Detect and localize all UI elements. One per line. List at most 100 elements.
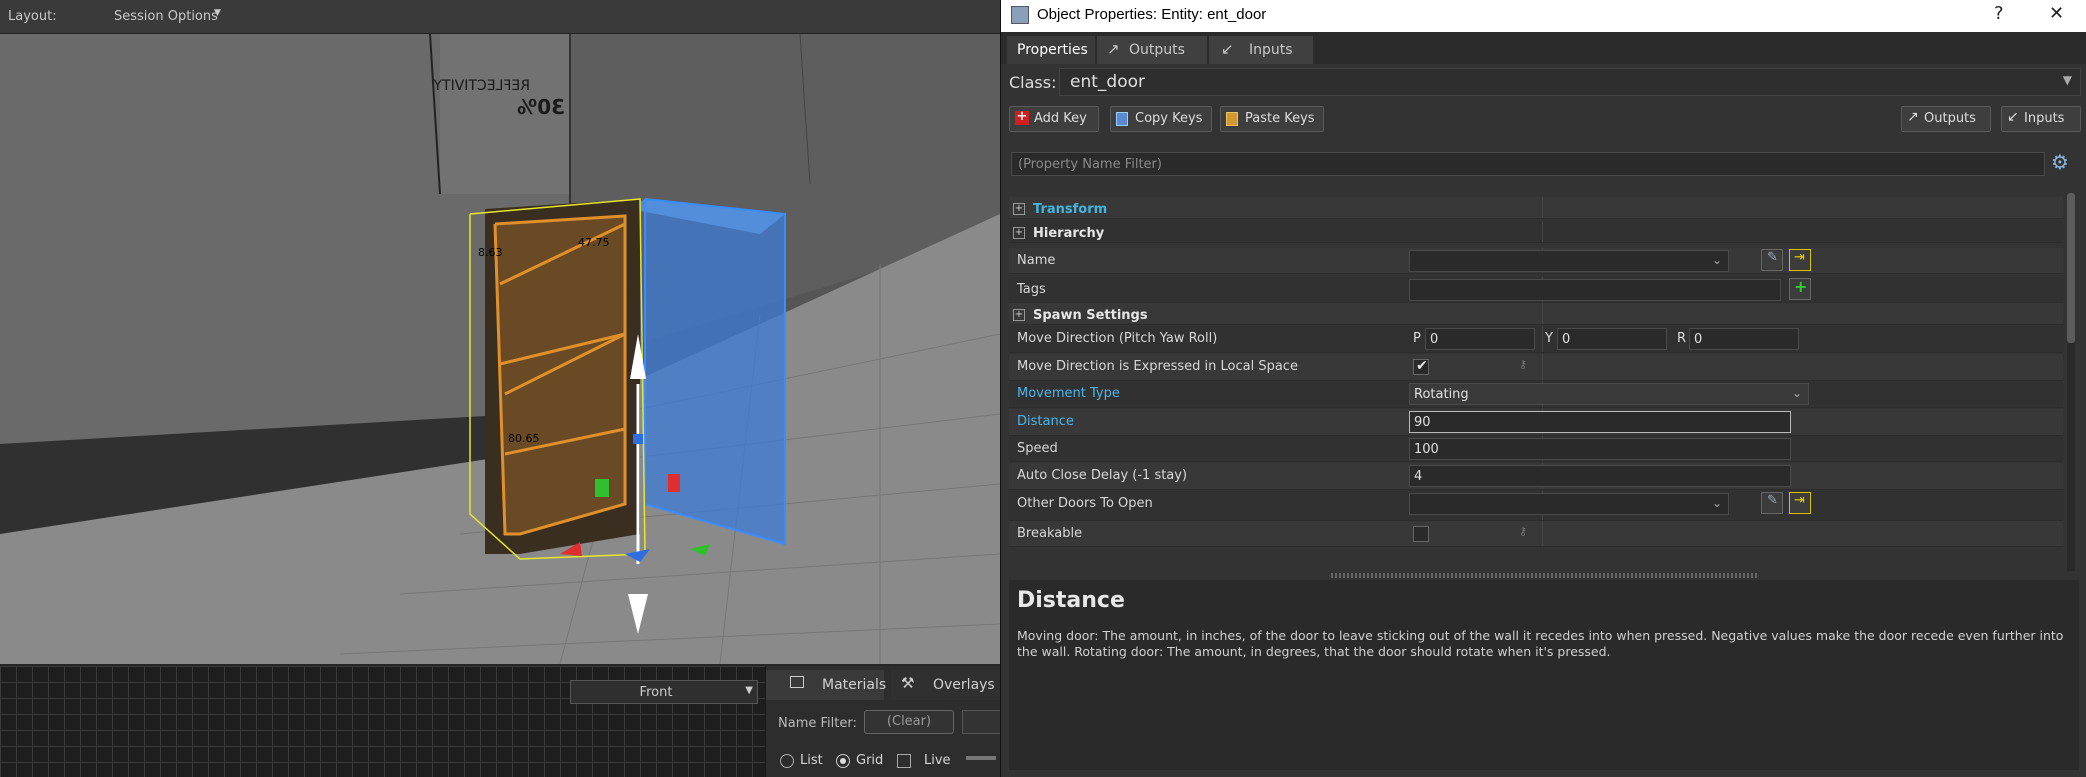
tags-input[interactable] [1409, 279, 1781, 301]
pick-entity-button[interactable]: ⇥ [1789, 249, 1811, 271]
property-list: Transform+Hierarchy+Name⚷⌄✎⇥Tags⚷+Spawn … [1009, 193, 2063, 571]
property-dropdown[interactable]: ⌄ [1409, 493, 1729, 515]
property-checkbox[interactable]: ✔ [1413, 358, 1429, 375]
property-row-name[interactable]: Name⚷⌄✎⇥ [1009, 248, 2063, 274]
key-icon: ⚷ [1519, 525, 1528, 538]
size-slider[interactable] [966, 756, 996, 760]
class-value: ent_door [1070, 72, 1145, 92]
image-icon [790, 676, 804, 688]
gear-icon[interactable]: ⚙ [2051, 150, 2069, 174]
property-row-other-doors-to-open[interactable]: Other Doors To Open⚷⌄✎⇥ [1009, 491, 2063, 521]
property-value-text: 100 [1414, 442, 1439, 457]
eyedropper-button[interactable]: ✎ [1761, 492, 1783, 514]
property-value-text: 0 [1430, 332, 1439, 347]
property-scrollbar[interactable] [2067, 193, 2075, 571]
help-panel: Distance Moving door: The amount, in inc… [1009, 580, 2079, 770]
property-row-movement-type[interactable]: Movement Type⚷Rotating⌄ [1009, 381, 2063, 408]
help-splitter[interactable] [1331, 573, 1757, 578]
pyr-label-p: P [1413, 331, 1421, 346]
expand-icon[interactable]: + [1013, 227, 1025, 239]
expand-icon[interactable]: + [1013, 309, 1025, 321]
live-checkbox[interactable] [897, 754, 911, 768]
class-row: Class: ent_door ▼ [1001, 66, 2086, 100]
column-separator [1542, 326, 1543, 352]
copy-keys-button[interactable]: Copy Keys [1110, 106, 1212, 132]
property-row-speed[interactable]: Speed⚷100 [1009, 436, 2063, 462]
section-transform[interactable]: Transform + [1009, 197, 2063, 219]
pyr-input-p[interactable]: 0 [1425, 328, 1535, 350]
add-key-button[interactable]: + Add Key [1009, 106, 1099, 132]
outputs-button[interactable]: ↗ Outputs [1901, 106, 1991, 132]
pyr-label-r: R [1677, 331, 1687, 346]
plus-icon: + [1794, 277, 1808, 296]
inputs-label: Inputs [2024, 111, 2065, 126]
name-filter-input[interactable] [962, 710, 1002, 734]
property-row-distance[interactable]: Distance⚷90 [1009, 409, 2063, 436]
column-separator [1542, 354, 1543, 380]
tab-overlays[interactable]: ⚒ Overlays [891, 670, 1001, 700]
help-button[interactable]: ? [1994, 3, 2004, 24]
chevron-down-icon[interactable]: ▼ [214, 8, 221, 18]
expand-icon[interactable]: + [1013, 203, 1025, 215]
chevron-down-icon: ⌄ [1791, 386, 1802, 400]
class-select[interactable]: ent_door ▼ [1059, 68, 2081, 96]
column-separator [1542, 221, 1543, 242]
tab-materials[interactable]: Materials [766, 670, 887, 700]
layout-label: Layout: [8, 9, 57, 24]
property-text-input[interactable]: 100 [1409, 438, 1791, 460]
add-key-label: Add Key [1034, 111, 1087, 126]
chevron-down-icon: ⌄ [1711, 496, 1722, 510]
outputs-label: Outputs [1924, 111, 1976, 126]
view-select-dropdown[interactable]: Front ▼ [570, 680, 758, 704]
property-filter-input[interactable]: (Property Name Filter) [1011, 152, 2045, 176]
property-dropdown[interactable]: ⌄ [1409, 250, 1729, 272]
tab-inputs[interactable]: ↙ Inputs [1209, 36, 1313, 64]
clear-filter-button[interactable]: (Clear) [864, 710, 954, 734]
property-name: Auto Close Delay (-1 stay) [1017, 468, 1188, 483]
column-separator [1542, 521, 1543, 546]
eyedropper-button[interactable]: ✎ [1761, 249, 1783, 271]
name-filter-label: Name Filter: [778, 716, 857, 731]
property-row-tags[interactable]: Tags⚷+ [1009, 277, 2063, 303]
viewport-3d[interactable]: REFLECTIVITY 30% 47.75 8.63 80.65 [0, 34, 1000, 664]
tab-properties[interactable]: Properties [1007, 36, 1095, 64]
tab-materials-label: Materials [822, 677, 887, 693]
pyr-label-y: Y [1545, 331, 1553, 346]
close-button[interactable]: ✕ [2049, 3, 2064, 24]
property-combo[interactable]: Rotating ⌄ [1409, 383, 1809, 405]
tab-inputs-label: Inputs [1249, 42, 1293, 58]
tab-outputs[interactable]: ↗ Outputs [1097, 36, 1207, 64]
inputs-button[interactable]: ↙ Inputs [2001, 106, 2081, 132]
column-separator [1542, 197, 1543, 218]
property-checkbox[interactable] [1413, 526, 1429, 542]
help-title: Distance [1017, 588, 1125, 613]
wall-text-reflectivity: REFLECTIVITY [433, 78, 530, 94]
property-row-move-direction-pitch-yaw-roll[interactable]: Move Direction (Pitch Yaw Roll)⚷P0Y0R0 [1009, 326, 2063, 353]
chevron-down-icon: ⌄ [1711, 253, 1722, 267]
list-radio-label: List [800, 753, 823, 768]
property-row-auto-close-delay-1-stay[interactable]: Auto Close Delay (-1 stay)⚷4 [1009, 463, 2063, 490]
scrollbar-thumb[interactable] [2067, 193, 2075, 343]
section-hierarchy[interactable]: Hierarchy + [1009, 221, 2063, 243]
paint-roller-icon: ⚒ [901, 674, 915, 692]
app-icon [1011, 6, 1029, 24]
pick-entity-button[interactable]: ⇥ [1789, 492, 1811, 514]
property-row-move-direction-is-expressed-in-local-space[interactable]: Move Direction is Expressed in Local Spa… [1009, 354, 2063, 381]
property-row-breakable[interactable]: Breakable ⚷ [1009, 521, 2063, 547]
property-text-input[interactable]: 90 [1409, 411, 1791, 433]
grid-radio[interactable] [836, 754, 850, 768]
pyr-input-y[interactable]: 0 [1557, 328, 1667, 350]
copy-keys-label: Copy Keys [1135, 111, 1203, 126]
output-arrow-icon: ↗ [1907, 109, 1919, 125]
section-spawn-settings[interactable]: Spawn Settings + [1009, 303, 2063, 325]
title-bar: Object Properties: Entity: ent_door ? ✕ [1001, 0, 2086, 32]
property-name: Transform [1033, 202, 1108, 217]
pyr-input-r[interactable]: 0 [1689, 328, 1799, 350]
list-radio[interactable] [780, 754, 794, 768]
view-select-label: Front [639, 685, 673, 700]
property-name: Move Direction is Expressed in Local Spa… [1017, 359, 1298, 374]
property-text-input[interactable]: 4 [1409, 465, 1791, 487]
paste-keys-button[interactable]: Paste Keys [1220, 106, 1324, 132]
session-options-menu[interactable]: Session Options [114, 9, 218, 24]
add-tag-button[interactable]: + [1789, 277, 1811, 300]
